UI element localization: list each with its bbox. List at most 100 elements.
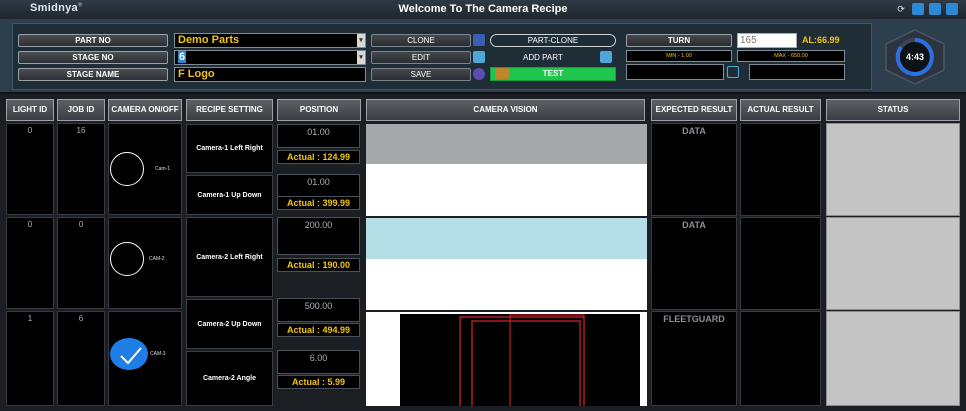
minimize-button[interactable] (912, 3, 924, 15)
position-setpoint[interactable]: 500.00 (277, 298, 360, 322)
position-setpoint[interactable]: 01.00 (277, 124, 360, 148)
swap-arrows-icon[interactable] (727, 66, 739, 78)
recipe-cam2-up-down[interactable]: Camera-2 Up Down (186, 299, 273, 349)
camera-vision-1 (366, 124, 647, 216)
position-setpoint[interactable]: 01.00 (277, 174, 360, 198)
camera-toggle-cell: Cam-1 (108, 123, 182, 215)
header-job-id: JOB ID (57, 99, 105, 121)
header-camera-on-off: CAMERA ON/OFF (108, 99, 182, 121)
add-part-icon[interactable] (600, 51, 612, 63)
position-actual: Actual : 399.99 (277, 196, 360, 210)
edit-button[interactable]: EDIT (371, 51, 471, 64)
job-id-cell: 6 (57, 311, 105, 406)
recipe-cam2-left-right[interactable]: Camera-2 Left Right (186, 217, 273, 297)
light-id-cell: 0 (6, 123, 54, 215)
part-clone-button[interactable]: PART-CLONE (490, 34, 616, 47)
part-no-select[interactable]: Demo Parts ▾ (174, 33, 366, 48)
status-cell (826, 217, 960, 310)
min-readout: MIN - 1.00 (626, 50, 732, 62)
window-controls: ⟳ (895, 3, 958, 15)
vision-image-band (366, 218, 647, 259)
header-actual-result: ACTUAL RESULT (740, 99, 821, 121)
camera-label: CAM-3 (150, 351, 166, 357)
header-position: POSITION (277, 99, 361, 121)
camera-toggle-checked[interactable] (110, 338, 148, 370)
chevron-down-icon[interactable]: ▾ (357, 34, 365, 47)
status-cell (826, 123, 960, 216)
camera-vision-2 (366, 218, 647, 310)
expected-result-cell: FLEETGUARD (651, 311, 737, 406)
title-bar: Smidnya® Welcome To The Camera Recipe ⟳ (0, 0, 966, 19)
add-part-button[interactable]: ADD PART (523, 53, 563, 62)
header-light-id: LIGHT ID (6, 99, 54, 121)
recipe-cam2-angle[interactable]: Camera-2 Angle (186, 351, 273, 406)
camera-vision-3 (366, 312, 647, 408)
light-id-cell: 1 (6, 311, 54, 406)
refresh-icon[interactable]: ⟳ (895, 3, 907, 15)
position-actual: Actual : 494.99 (277, 323, 360, 337)
save-button[interactable]: SAVE (371, 68, 471, 81)
job-id-value: 16 (76, 126, 86, 135)
clone-button[interactable]: CLONE (371, 34, 471, 47)
camera-label: CAM-2 (149, 256, 165, 262)
header-expected-result: EXPECTED RESULT (651, 99, 737, 121)
job-id-value: 0 (78, 220, 84, 229)
stage-no-value: 6 (178, 51, 187, 63)
expected-result-cell: DATA (651, 217, 737, 310)
stage-no-select[interactable]: 6 ▾ (174, 50, 366, 65)
camera-toggle-cell: CAM-2 (108, 217, 182, 309)
stage-name-input[interactable]: F Logo (174, 67, 366, 82)
clone-icon[interactable] (473, 34, 485, 46)
recipe-cam1-up-down[interactable]: Camera-1 Up Down (186, 175, 273, 215)
position-setpoint[interactable]: 6.00 (277, 350, 360, 374)
camera-toggle[interactable] (110, 242, 144, 276)
position-actual: Actual : 124.99 (277, 150, 360, 164)
edit-icon[interactable] (473, 51, 485, 63)
maximize-button[interactable] (929, 3, 941, 15)
light-id-value: 1 (27, 314, 33, 323)
position-setpoint[interactable]: 200.00 (277, 217, 360, 255)
stage-name-label: STAGE NAME (18, 68, 168, 81)
turn-button[interactable]: TURN (626, 34, 732, 47)
timer-text: 4:43 (906, 52, 924, 62)
job-id-cell: 0 (57, 217, 105, 309)
al-readout: AL:66.99 (802, 35, 840, 45)
position-actual: Actual : 190.00 (277, 258, 360, 272)
vision-image-band (366, 124, 647, 164)
camera-toggle[interactable] (110, 152, 144, 186)
header-status: STATUS (826, 99, 960, 121)
turn-status-box (626, 64, 724, 80)
expected-result-cell: DATA (651, 123, 737, 216)
turn-value-input[interactable]: 165 (737, 33, 797, 48)
timer-gauge: 4:43 (885, 29, 945, 85)
recipe-cam1-left-right[interactable]: Camera-1 Left Right (186, 124, 273, 173)
detection-boxes (459, 314, 585, 408)
stage-no-label: STAGE NO (18, 51, 168, 64)
light-id-value: 0 (27, 126, 33, 135)
header-recipe-setting: RECIPE SETTING (186, 99, 273, 121)
vision-image (400, 314, 640, 408)
part-no-value: Demo Parts (178, 34, 240, 46)
status-cell (826, 311, 960, 406)
part-no-label: PART NO (18, 34, 168, 47)
close-button[interactable] (946, 3, 958, 15)
camera-toggle-cell: CAM-3 (108, 311, 182, 406)
position-actual: Actual : 5.99 (277, 375, 360, 389)
job-id-cell: 16 (57, 123, 105, 215)
actual-result-cell (740, 123, 821, 216)
actual-result-cell (740, 311, 821, 406)
max-readout: MAX - 650.00 (737, 50, 845, 62)
test-icon (495, 68, 509, 79)
window-title: Welcome To The Camera Recipe (398, 3, 568, 15)
save-icon[interactable] (473, 68, 485, 80)
light-id-value: 0 (27, 220, 33, 229)
actual-result-cell (740, 217, 821, 310)
camera-label: Cam-1 (155, 166, 171, 172)
header-camera-vision: CAMERA VISION (366, 99, 645, 121)
job-id-value: 6 (78, 314, 84, 323)
recipe-toolbar: PART NO STAGE NO STAGE NAME Demo Parts ▾… (0, 19, 966, 94)
turn-result-box (749, 64, 845, 80)
chevron-down-icon[interactable]: ▾ (357, 51, 365, 64)
light-id-cell: 0 (6, 217, 54, 309)
checkmark-icon (120, 347, 142, 365)
